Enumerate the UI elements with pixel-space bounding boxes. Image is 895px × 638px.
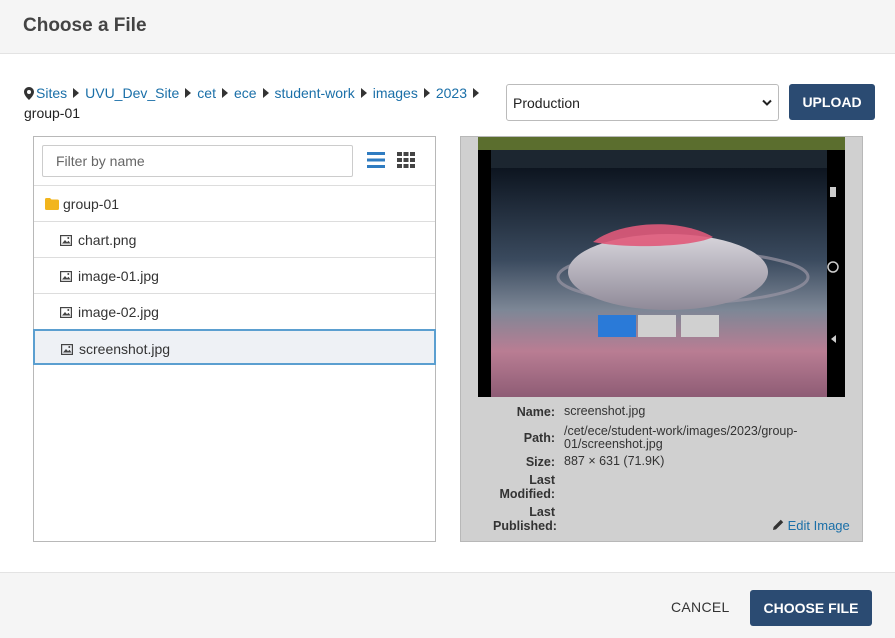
cancel-button[interactable]: CANCEL	[671, 599, 730, 615]
size-label: Size:	[525, 455, 555, 469]
breadcrumb-images[interactable]: images	[373, 85, 418, 101]
file-list: group-01 chart.png image-01.jpg image-02…	[33, 185, 436, 365]
upload-button[interactable]: UPLOAD	[789, 84, 875, 120]
filter-input[interactable]	[43, 146, 352, 176]
breadcrumb-separator-icon	[423, 88, 430, 98]
file-item[interactable]: image-01.jpg	[34, 257, 435, 293]
image-file-icon	[60, 269, 73, 285]
breadcrumb-separator-icon	[221, 88, 228, 98]
file-browser: group-01 chart.png image-01.jpg image-02…	[33, 136, 436, 542]
breadcrumb-separator-icon	[360, 88, 367, 98]
file-name: image-01.jpg	[78, 268, 159, 284]
breadcrumb-separator-icon	[73, 88, 80, 98]
last-modified-label: Last Modified:	[499, 473, 555, 501]
file-item-selected[interactable]: screenshot.jpg	[33, 329, 436, 365]
site-select[interactable]: Production	[506, 84, 779, 121]
breadcrumb-sites[interactable]: Sites	[36, 85, 67, 101]
file-name: chart.png	[78, 232, 137, 248]
breadcrumb-separator-icon	[262, 88, 269, 98]
edit-image-label: Edit Image	[787, 518, 850, 533]
breadcrumb-cet[interactable]: cet	[197, 85, 216, 101]
image-file-icon	[60, 305, 73, 321]
breadcrumb: Sites UVU_Dev_Site cet ece student-work image…	[24, 84, 494, 122]
breadcrumb-ece[interactable]: ece	[234, 85, 257, 101]
path-label: Path:	[523, 431, 555, 445]
folder-name: group-01	[63, 196, 120, 212]
breadcrumb-student-work[interactable]: student-work	[275, 85, 355, 101]
site-select-value: Production	[513, 95, 580, 111]
dialog-header: Choose a File	[0, 0, 895, 54]
location-pin-icon	[24, 86, 34, 104]
chevron-down-icon	[762, 96, 772, 112]
edit-image-link[interactable]: Edit Image	[773, 518, 850, 533]
file-size-value: 887 × 631 (71.9K)	[564, 454, 665, 468]
choose-file-dialog: Choose a File Sites UVU_Dev_Site cet ece stu…	[0, 0, 895, 638]
file-item[interactable]: chart.png	[34, 221, 435, 257]
breadcrumb-separator-icon	[473, 88, 479, 98]
file-path-value: /cet/ece/student-work/images/2023/group-…	[564, 424, 798, 451]
file-name-value: screenshot.jpg	[564, 404, 646, 418]
filter-field	[42, 145, 353, 177]
list-view-icon[interactable]	[367, 152, 385, 168]
last-published-label: Last Published:	[493, 505, 557, 533]
choose-file-button[interactable]: CHOOSE FILE	[750, 590, 872, 626]
file-item[interactable]: image-02.jpg	[34, 293, 435, 329]
file-preview: Name: screenshot.jpg Path: /cet/ece/stud…	[460, 136, 863, 542]
name-label: Name:	[516, 405, 555, 419]
breadcrumb-site[interactable]: UVU_Dev_Site	[85, 85, 179, 101]
image-file-icon	[60, 233, 73, 249]
grid-view-icon[interactable]	[397, 152, 415, 168]
breadcrumb-separator-icon	[185, 88, 192, 98]
dialog-title: Choose a File	[23, 15, 147, 36]
folder-icon	[45, 197, 59, 213]
preview-image	[478, 137, 845, 397]
file-name: screenshot.jpg	[79, 341, 171, 357]
file-name: image-02.jpg	[78, 304, 159, 320]
pencil-icon	[773, 518, 784, 533]
breadcrumb-current: group-01	[24, 105, 81, 121]
dialog-footer: CANCEL CHOOSE FILE	[0, 572, 895, 638]
breadcrumb-2023[interactable]: 2023	[436, 85, 467, 101]
image-file-icon	[61, 342, 74, 358]
folder-item[interactable]: group-01	[34, 185, 435, 221]
